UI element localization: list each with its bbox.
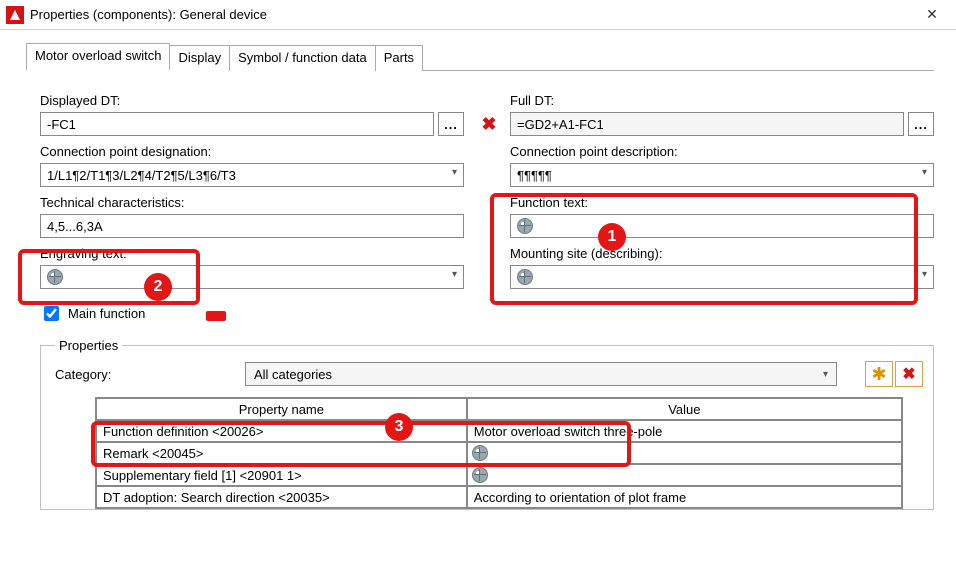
tab-parts[interactable]: Parts: [376, 45, 423, 71]
conn-pt-desc-label: Connection point description:: [510, 144, 934, 159]
displayed-dt-browse-button[interactable]: ...: [438, 112, 464, 136]
chevron-down-icon: ▾: [452, 167, 457, 178]
table-row: Supplementary field [1] <20901 1>: [96, 464, 902, 486]
properties-legend: Properties: [55, 338, 122, 353]
delete-property-button[interactable]: ✖: [895, 361, 923, 387]
full-dt-browse-button[interactable]: ...: [908, 112, 934, 136]
full-dt-label: Full DT:: [510, 93, 934, 108]
col-property-name[interactable]: Property name: [96, 398, 467, 420]
globe-icon: [47, 269, 63, 285]
properties-group: Properties Category: All categories ▾ ✱ …: [40, 338, 934, 510]
prop-value-cell[interactable]: [467, 464, 902, 486]
col-value[interactable]: Value: [467, 398, 902, 420]
globe-icon: [472, 467, 488, 483]
chevron-down-icon: ▾: [823, 369, 828, 380]
tabs-bar: Motor overload switch Display Symbol / f…: [26, 42, 934, 71]
tech-char-input[interactable]: 4,5...6,3A: [40, 214, 464, 238]
clear-displayed-dt-button[interactable]: ✖: [476, 112, 502, 136]
prop-name-cell[interactable]: DT adoption: Search direction <20035>: [96, 486, 467, 508]
category-value: All categories: [254, 367, 332, 382]
table-row: DT adoption: Search direction <20035> Ac…: [96, 486, 902, 508]
globe-icon: [517, 269, 533, 285]
prop-value-cell[interactable]: According to orientation of plot frame: [467, 486, 902, 508]
main-function-checkbox[interactable]: [44, 306, 59, 321]
tab-motor-overload[interactable]: Motor overload switch: [26, 43, 170, 71]
prop-value-cell[interactable]: [467, 442, 902, 464]
tab-symbol-function[interactable]: Symbol / function data: [230, 45, 376, 71]
new-property-button[interactable]: ✱: [865, 361, 893, 387]
window-title: Properties (components): General device: [30, 7, 912, 22]
displayed-dt-label: Displayed DT:: [40, 93, 464, 108]
main-function-label: Main function: [68, 306, 145, 321]
close-button[interactable]: ✕: [912, 0, 952, 30]
mounting-site-label: Mounting site (describing):: [510, 246, 934, 261]
mounting-site-combo[interactable]: ▾: [510, 265, 934, 289]
prop-name-cell[interactable]: Function definition <20026>: [96, 420, 467, 442]
conn-pt-desig-value: 1/L1¶2/T1¶3/L2¶4/T2¶5/L3¶6/T3: [47, 168, 236, 183]
conn-pt-desig-combo[interactable]: 1/L1¶2/T1¶3/L2¶4/T2¶5/L3¶6/T3 ▾: [40, 163, 464, 187]
conn-pt-desc-combo[interactable]: ¶¶¶¶¶ ▾: [510, 163, 934, 187]
full-dt-input: =GD2+A1-FC1: [510, 112, 904, 136]
tech-char-label: Technical characteristics:: [40, 195, 464, 210]
tab-display[interactable]: Display: [170, 45, 230, 71]
category-combo[interactable]: All categories ▾: [245, 362, 837, 386]
engraving-text-label: Engraving text:: [40, 246, 464, 261]
prop-name-cell[interactable]: Supplementary field [1] <20901 1>: [96, 464, 467, 486]
conn-pt-desc-value: ¶¶¶¶¶: [517, 168, 552, 183]
globe-icon: [517, 218, 533, 234]
properties-table: Property name Value Function definition …: [95, 397, 903, 509]
prop-name-cell[interactable]: Remark <20045>: [96, 442, 467, 464]
app-icon: [6, 6, 24, 24]
function-text-input[interactable]: [510, 214, 934, 238]
prop-value-cell[interactable]: Motor overload switch three-pole: [467, 420, 902, 442]
table-row: Function definition <20026> Motor overlo…: [96, 420, 902, 442]
function-text-label: Function text:: [510, 195, 934, 210]
displayed-dt-input[interactable]: -FC1: [40, 112, 434, 136]
chevron-down-icon: ▾: [922, 167, 927, 178]
globe-icon: [472, 445, 488, 461]
conn-pt-desig-label: Connection point designation:: [40, 144, 464, 159]
chevron-down-icon: ▾: [452, 269, 457, 280]
engraving-text-combo[interactable]: ▾: [40, 265, 464, 289]
category-label: Category:: [55, 367, 225, 382]
chevron-down-icon: ▾: [922, 269, 927, 280]
table-row: Remark <20045>: [96, 442, 902, 464]
